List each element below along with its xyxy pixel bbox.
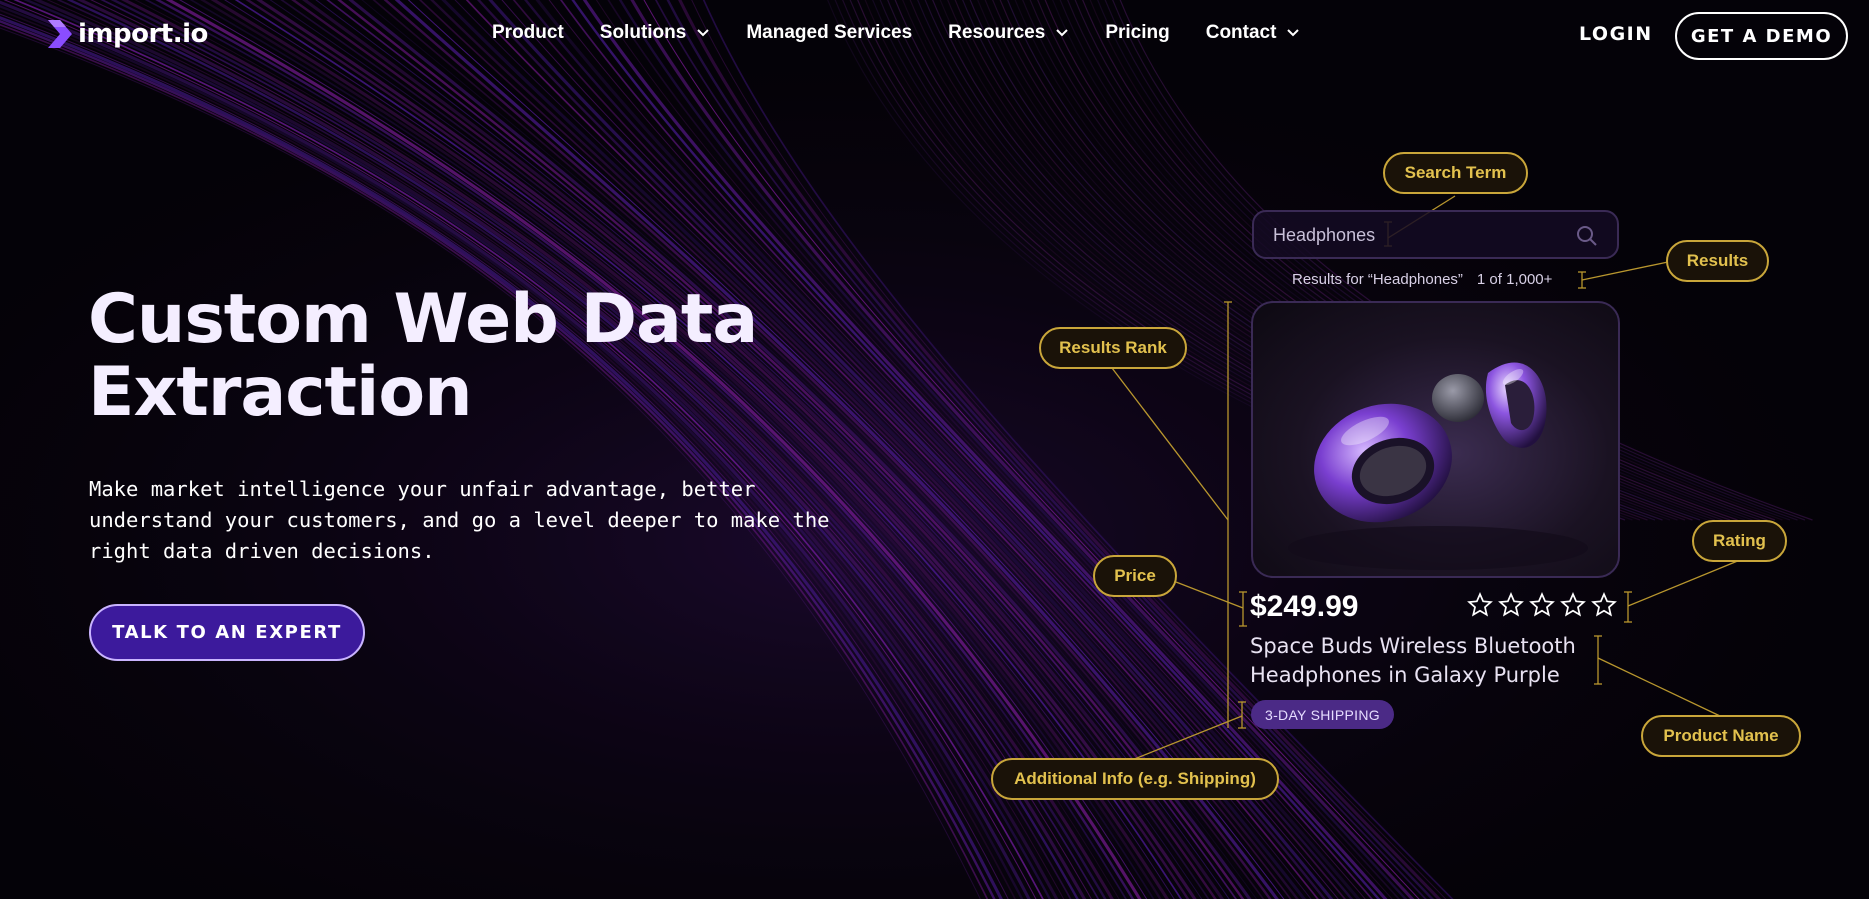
tag-search-term: Search Term	[1383, 152, 1528, 194]
login-link[interactable]: LOGIN	[1579, 23, 1653, 45]
get-a-demo-button[interactable]: GET A DEMO	[1675, 12, 1848, 60]
results-summary: Results for “Headphones” 1 of 1,000+	[1292, 271, 1552, 288]
hero-subtitle: Make market intelligence your unfair adv…	[89, 474, 889, 567]
logo-text: import.io	[78, 19, 208, 49]
logo[interactable]: import.io	[46, 18, 208, 50]
search-input[interactable]: Headphones	[1252, 210, 1619, 259]
nav-item-managed-services[interactable]: Managed Services	[746, 22, 912, 44]
nav-item-product[interactable]: Product	[492, 22, 564, 44]
nav-item-label: Resources	[948, 22, 1046, 43]
hero-title-line: Custom Web Data	[88, 280, 758, 359]
hero-subtitle-line: right data driven decisions.	[89, 539, 435, 563]
results-text: Results for “Headphones”	[1292, 271, 1463, 288]
tag-additional-info: Additional Info (e.g. Shipping)	[991, 758, 1279, 800]
nav-item-label: Pricing	[1105, 22, 1170, 43]
tag-product-name: Product Name	[1641, 715, 1801, 757]
tag-results-rank: Results Rank	[1039, 327, 1187, 369]
star-outline-icon	[1498, 592, 1524, 617]
logo-mark-icon	[48, 20, 72, 48]
shipping-badge: 3-DAY SHIPPING	[1251, 700, 1394, 729]
hero-subtitle-line: understand your customers, and go a leve…	[89, 508, 830, 532]
extraction-diagram: Search Term Results Results Rank Rating …	[0, 0, 1869, 899]
nav-item-solutions[interactable]: Solutions	[600, 22, 711, 44]
results-count: 1 of 1,000+	[1476, 271, 1553, 288]
nav-item-label: Managed Services	[746, 22, 913, 43]
nav-item-label: Solutions	[599, 22, 687, 43]
main-nav: Product Solutions Managed Services Resou…	[492, 22, 1300, 44]
star-outline-icon	[1560, 592, 1586, 617]
hero-subtitle-line: Make market intelligence your unfair adv…	[89, 477, 756, 501]
tag-results: Results	[1666, 240, 1769, 282]
nav-item-resources[interactable]: Resources	[948, 22, 1069, 44]
product-image-card[interactable]	[1251, 301, 1620, 578]
nav-item-pricing[interactable]: Pricing	[1105, 22, 1169, 44]
product-name: Space Buds Wireless Bluetooth Headphones…	[1250, 632, 1610, 690]
product-price: $249.99	[1250, 590, 1359, 623]
chevron-down-icon	[1287, 29, 1300, 37]
star-outline-icon	[1529, 592, 1555, 617]
site-header: import.io Product Solutions Managed Serv…	[0, 0, 1869, 72]
nav-item-label: Product	[492, 22, 564, 43]
search-value: Headphones	[1273, 225, 1376, 245]
tag-rating: Rating	[1692, 520, 1787, 562]
hero-title-line: Extraction	[88, 353, 472, 432]
product-name-line: Headphones in Galaxy Purple	[1250, 663, 1560, 687]
chevron-down-icon	[1056, 29, 1069, 37]
nav-item-contact[interactable]: Contact	[1206, 22, 1301, 44]
tag-price: Price	[1093, 555, 1177, 597]
talk-to-an-expert-button[interactable]: TALK TO AN EXPERT	[89, 604, 365, 661]
hero-title: Custom Web Data Extraction	[88, 283, 848, 429]
search-icon[interactable]	[1575, 224, 1599, 248]
star-outline-icon	[1591, 592, 1617, 617]
star-outline-icon	[1467, 592, 1493, 617]
chevron-down-icon	[697, 29, 710, 37]
earbuds-product-image	[1288, 362, 1588, 570]
rating-stars	[1467, 592, 1617, 618]
product-name-line: Space Buds Wireless Bluetooth	[1250, 634, 1576, 658]
nav-item-label: Contact	[1205, 22, 1277, 43]
